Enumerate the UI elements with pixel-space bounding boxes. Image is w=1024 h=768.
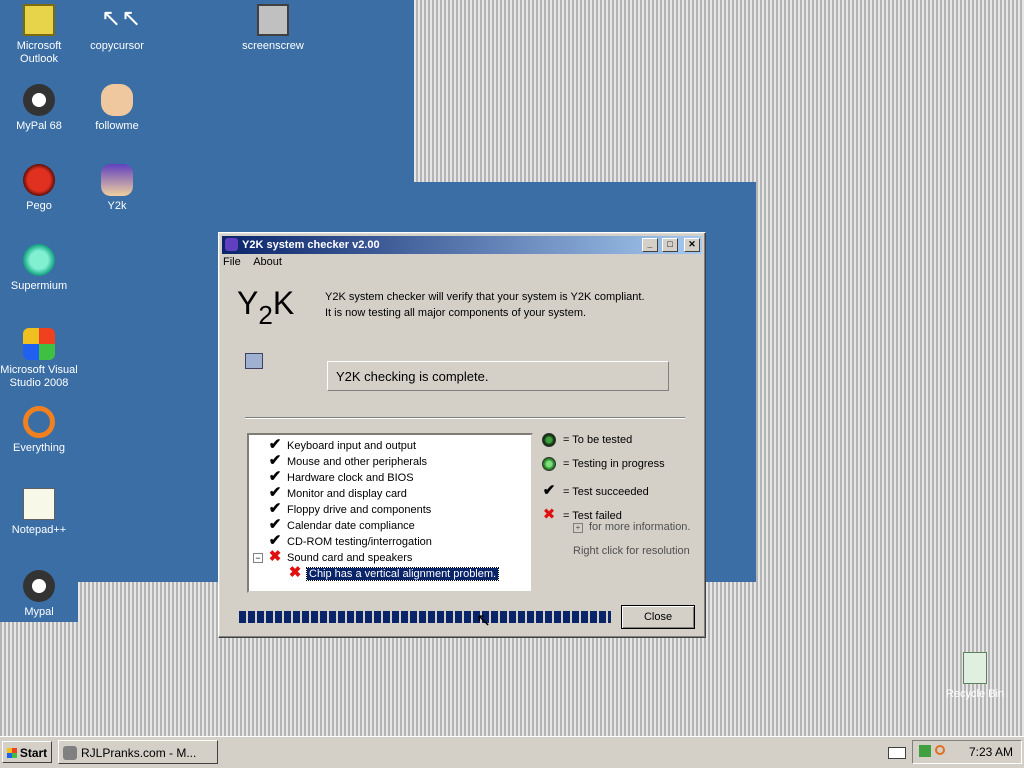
- x-icon: ✖: [288, 564, 302, 581]
- tray-network-icon[interactable]: [919, 745, 931, 757]
- desktop-icon-copycursor[interactable]: ↖↖ copycursor: [78, 4, 156, 53]
- check-icon: ✔: [268, 452, 282, 469]
- desktop-icon-pego[interactable]: Pego: [0, 164, 78, 213]
- visual-studio-icon: [23, 328, 55, 360]
- notepadpp-icon: [23, 488, 55, 520]
- collapse-toggle[interactable]: −: [253, 553, 263, 563]
- recycle-bin-icon: [963, 652, 987, 684]
- close-icon[interactable]: ✕: [684, 238, 700, 252]
- legend-in-progress: = Testing in progress: [541, 457, 665, 471]
- menu-about[interactable]: About: [253, 256, 282, 268]
- taskbar: Start RJLPranks.com - M... 7:23 AM: [0, 736, 1024, 768]
- tree-item[interactable]: ✔ CD-ROM testing/interrogation: [267, 533, 432, 549]
- divider: [245, 417, 685, 419]
- green-dot-icon: [542, 457, 556, 471]
- check-icon: ✔: [268, 468, 282, 485]
- screenscrew-icon: [257, 4, 289, 36]
- browser-icon: [63, 746, 77, 760]
- supermium-icon: [23, 244, 55, 276]
- tree-item[interactable]: ✔ Keyboard input and output: [267, 437, 416, 453]
- mypal68-icon: [23, 84, 55, 116]
- window-title: Y2K system checker v2.00: [242, 239, 380, 251]
- y2k-checker-window: Y2K system checker v2.00 _ □ ✕ File Abou…: [218, 232, 706, 638]
- maximize-button[interactable]: □: [661, 238, 678, 252]
- mypal-icon: [23, 570, 55, 602]
- dark-dot-icon: [542, 433, 556, 447]
- check-icon: ✔: [268, 484, 282, 501]
- desktop-icon-supermium[interactable]: Supermium: [0, 244, 78, 293]
- check-icon: ✔: [268, 532, 282, 549]
- everything-icon: [23, 406, 55, 438]
- legend-right-click: Right click for resolution: [573, 545, 690, 557]
- windows-logo-icon: [6, 748, 17, 758]
- desktop-icon-mypal68[interactable]: MyPal 68: [0, 84, 78, 133]
- tray-search-icon[interactable]: [935, 745, 945, 755]
- keyboard-icon[interactable]: [888, 747, 906, 759]
- desktop-icon-followme[interactable]: followme: [78, 84, 156, 133]
- test-results-tree[interactable]: ✔ Keyboard input and output ✔ Mouse and ot…: [247, 433, 533, 593]
- microsoft-outlook-icon: [23, 4, 55, 36]
- desktop-icon-recycle-bin[interactable]: Recycle Bin: [936, 652, 1014, 701]
- desktop-icon-visual-studio[interactable]: Microsoft Visual Studio 2008: [0, 328, 78, 390]
- system-tray: 7:23 AM: [912, 740, 1022, 764]
- check-icon: ✔: [268, 516, 282, 533]
- desktop-icon-y2k[interactable]: Y2k: [78, 164, 156, 213]
- minimize-button[interactable]: _: [641, 238, 658, 252]
- legend-to-be-tested: = To be tested: [541, 433, 632, 447]
- mouse-cursor-icon: ↖: [476, 610, 492, 630]
- check-icon: ✔: [268, 500, 282, 517]
- menubar: File About: [223, 256, 292, 268]
- desktop-icon-outlook[interactable]: Microsoft Outlook: [0, 4, 78, 66]
- desktop-icon-notepadpp[interactable]: Notepad++: [0, 488, 78, 537]
- legend-succeeded: ✔ = Test succeeded: [542, 482, 649, 499]
- progress-bar: [239, 611, 611, 623]
- tree-item[interactable]: ✔ Floppy drive and components: [267, 500, 432, 517]
- pego-icon: [23, 164, 55, 196]
- tree-subitem[interactable]: ✖ Chip has a vertical alignment problem.: [287, 564, 500, 581]
- desktop-icon-mypal[interactable]: Mypal: [0, 570, 78, 619]
- app-icon: [225, 238, 238, 251]
- clock[interactable]: 7:23 AM: [969, 745, 1013, 759]
- check-icon: ✔: [268, 436, 282, 453]
- computer-icon: [245, 353, 263, 369]
- desktop-icon-screenscrew[interactable]: screenscrew: [234, 4, 312, 53]
- tree-item[interactable]: ✖ Sound card and speakers: [267, 548, 413, 565]
- menu-file[interactable]: File: [223, 256, 241, 268]
- tree-item[interactable]: ✔ Calendar date compliance: [267, 517, 415, 533]
- copycursor-icon: ↖↖: [101, 5, 142, 32]
- close-button[interactable]: Close: [621, 605, 695, 629]
- check-icon: ✔: [542, 482, 556, 499]
- y2k-logo: Y2K: [237, 285, 295, 330]
- description: Y2K system checker will verify that your…: [325, 291, 645, 319]
- status-panel: Y2K checking is complete.: [327, 361, 669, 391]
- window-titlebar[interactable]: Y2K system checker v2.00 _ □ ✕: [222, 236, 702, 254]
- desktop-icon-everything[interactable]: Everything: [0, 406, 78, 455]
- legend-more-info: + for more information.: [573, 521, 690, 533]
- x-icon: ✖: [542, 506, 556, 523]
- start-button[interactable]: Start: [2, 741, 52, 763]
- plus-icon: +: [573, 523, 583, 533]
- taskbar-button-rjlpranks[interactable]: RJLPranks.com - M...: [58, 740, 218, 764]
- y2k-wizard-icon: [101, 164, 133, 196]
- tree-item[interactable]: ✔ Mouse and other peripherals: [267, 453, 427, 469]
- followme-icon: [101, 84, 133, 116]
- tree-item[interactable]: ✔ Hardware clock and BIOS: [267, 469, 414, 485]
- tree-item[interactable]: ✔ Monitor and display card: [267, 485, 407, 501]
- x-icon: ✖: [268, 548, 282, 565]
